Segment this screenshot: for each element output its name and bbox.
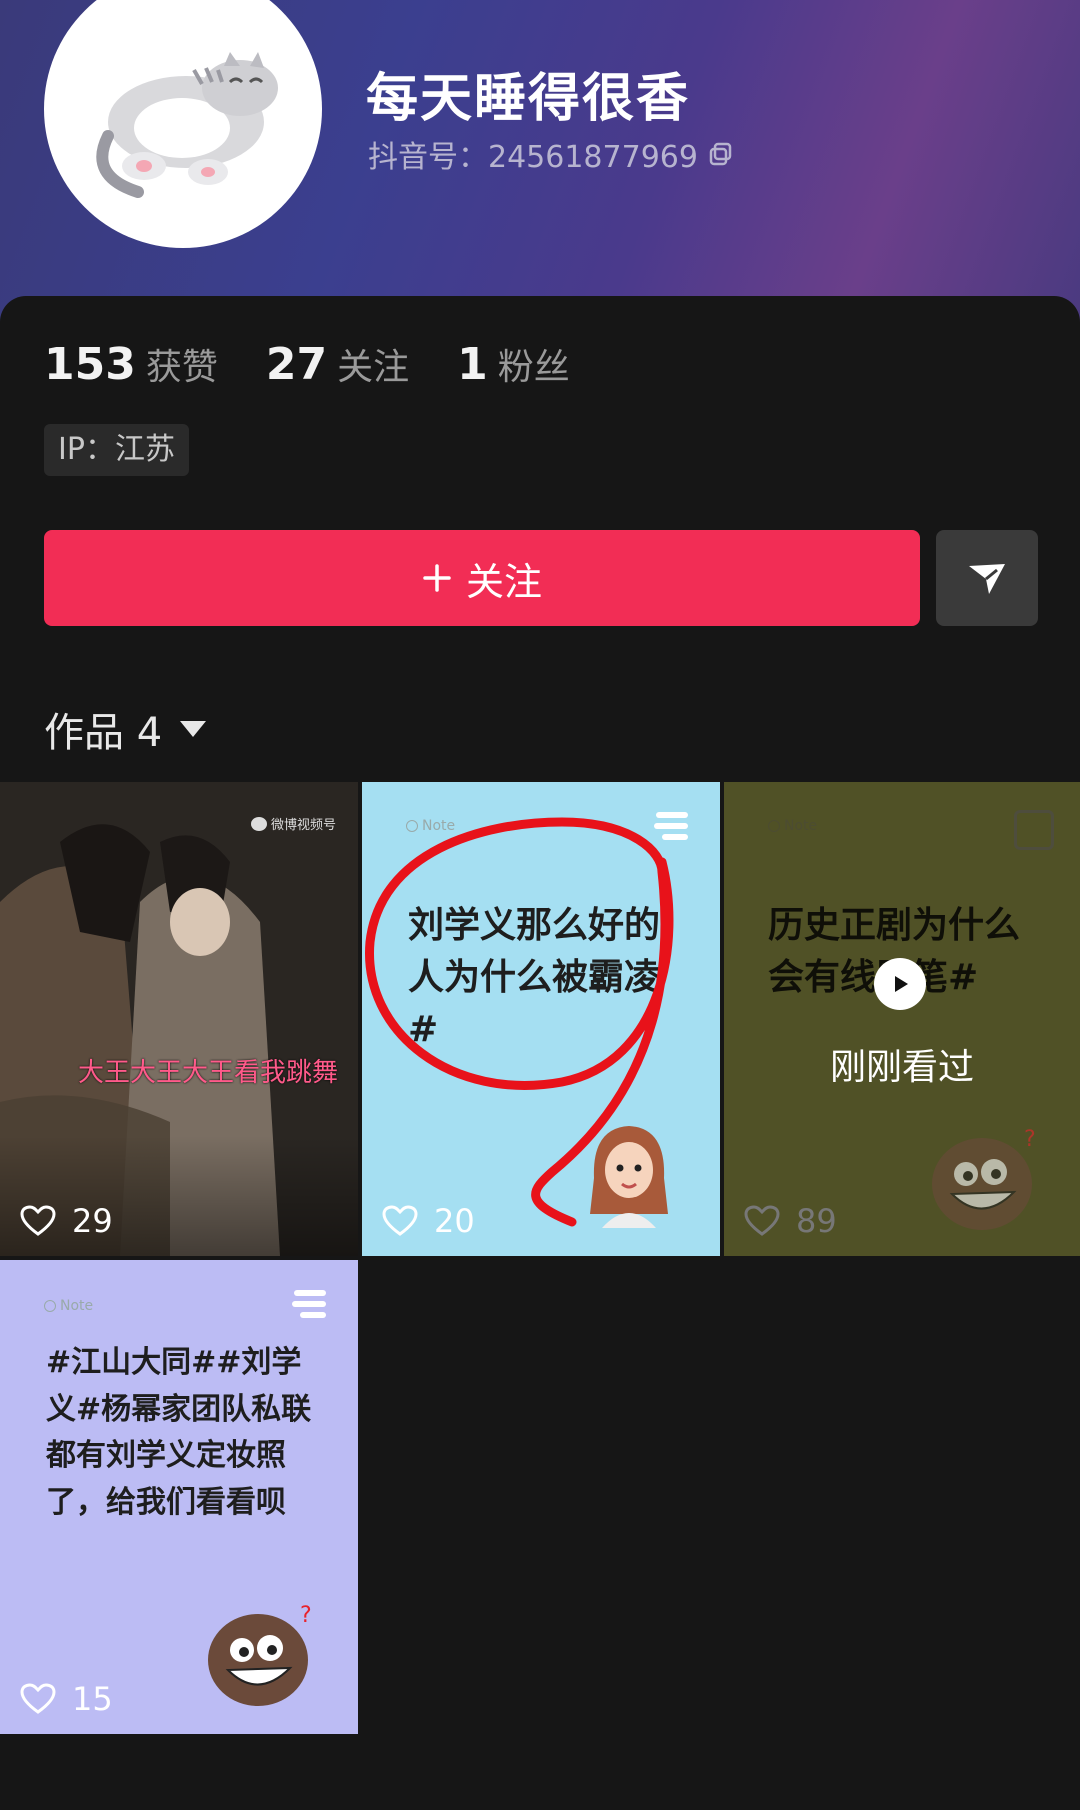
grin-emoji-sticker: ? (206, 1603, 316, 1708)
stat-likes[interactable]: 153 获赞 (44, 338, 218, 390)
avatar-girl-sticker (584, 1118, 674, 1228)
like-count-value: 89 (796, 1202, 837, 1240)
work-item-note[interactable]: Note 刘学义那么好的人为什么被霸凌# 20 (362, 782, 720, 1256)
work-item-note[interactable]: Note #江山大同##刘学义#杨幂家团队私联都有刘学义定妆照了，给我们看看呗 … (0, 1260, 358, 1734)
stat-value: 1 (457, 339, 488, 390)
menu-lines-icon (292, 1290, 326, 1318)
like-count-value: 20 (434, 1202, 475, 1240)
video-watermark: 微博视频号 (250, 814, 336, 833)
stat-value: 27 (265, 339, 328, 390)
heart-icon (20, 1683, 56, 1714)
svg-text:?: ? (1024, 1128, 1036, 1152)
watermark-text: 微博视频号 (270, 818, 336, 833)
like-count: 20 (382, 1202, 475, 1240)
follow-button[interactable]: 关注 (44, 530, 920, 626)
play-icon[interactable] (874, 958, 926, 1010)
like-count: 29 (20, 1202, 113, 1240)
douyin-id: 抖音号：24561877969 (368, 140, 698, 175)
plus-icon (423, 564, 451, 592)
note-text: #江山大同##刘学义#杨幂家团队私联都有刘学义定妆照了，给我们看看呗 (46, 1345, 312, 1520)
stats-row: 153 获赞 27 关注 1 粉丝 (44, 338, 570, 390)
stat-label: 粉丝 (497, 347, 570, 388)
stat-label: 关注 (337, 347, 410, 388)
works-tab[interactable]: 作品 4 (44, 700, 207, 758)
like-count: 89 (744, 1202, 837, 1240)
recently-watched-label: 刚刚看过 (829, 1047, 974, 1088)
caret-down-icon (180, 721, 207, 737)
works-label: 作品 4 (44, 710, 163, 756)
weibo-icon (250, 816, 267, 831)
heart-icon (382, 1205, 418, 1236)
send-icon (969, 564, 1005, 594)
like-count-value: 15 (72, 1680, 113, 1718)
ip-location-tag: IP：江苏 (44, 424, 189, 476)
video-overlay-text: 大王大王大王看我跳舞 (78, 1058, 339, 1088)
work-item-video[interactable]: 微博视频号 大王大王大王看我跳舞 29 (0, 782, 358, 1256)
heart-icon (20, 1205, 56, 1236)
work-item-note-watched[interactable]: Note 历史正剧为什么会有线胶笔# 刚刚看过 ? 89 (724, 782, 1080, 1256)
douyin-id-row[interactable]: 抖音号：24561877969 (368, 132, 734, 176)
share-button[interactable] (936, 530, 1038, 626)
note-label: Note (44, 1298, 93, 1314)
svg-text:?: ? (300, 1604, 312, 1628)
stat-value: 153 (44, 339, 136, 390)
follow-label: 关注 (465, 559, 542, 604)
stat-label: 获赞 (145, 347, 218, 388)
copy-icon[interactable] (708, 141, 734, 167)
profile-name: 每天睡得很香 (366, 69, 691, 129)
like-count-value: 29 (72, 1202, 113, 1240)
note-label-text: Note (60, 1298, 94, 1314)
stat-following[interactable]: 27 关注 (266, 338, 409, 390)
heart-icon (744, 1205, 780, 1236)
stat-followers[interactable]: 1 粉丝 (457, 338, 570, 390)
note-circle-icon (44, 1300, 56, 1312)
like-count: 15 (20, 1680, 113, 1718)
grin-emoji-sticker: ? (930, 1127, 1040, 1232)
